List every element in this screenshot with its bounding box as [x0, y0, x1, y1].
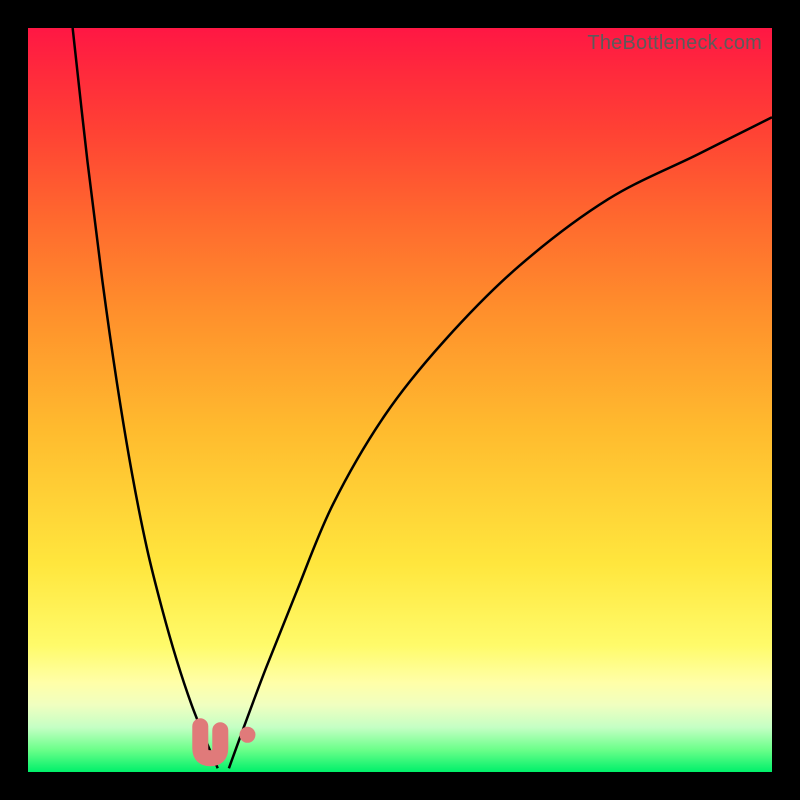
dot-marker	[239, 727, 255, 743]
chart-frame: TheBottleneck.com	[28, 28, 772, 772]
u-marker	[200, 726, 220, 758]
right-curve	[229, 117, 772, 768]
chart-svg	[28, 28, 772, 772]
left-curve	[73, 28, 218, 768]
